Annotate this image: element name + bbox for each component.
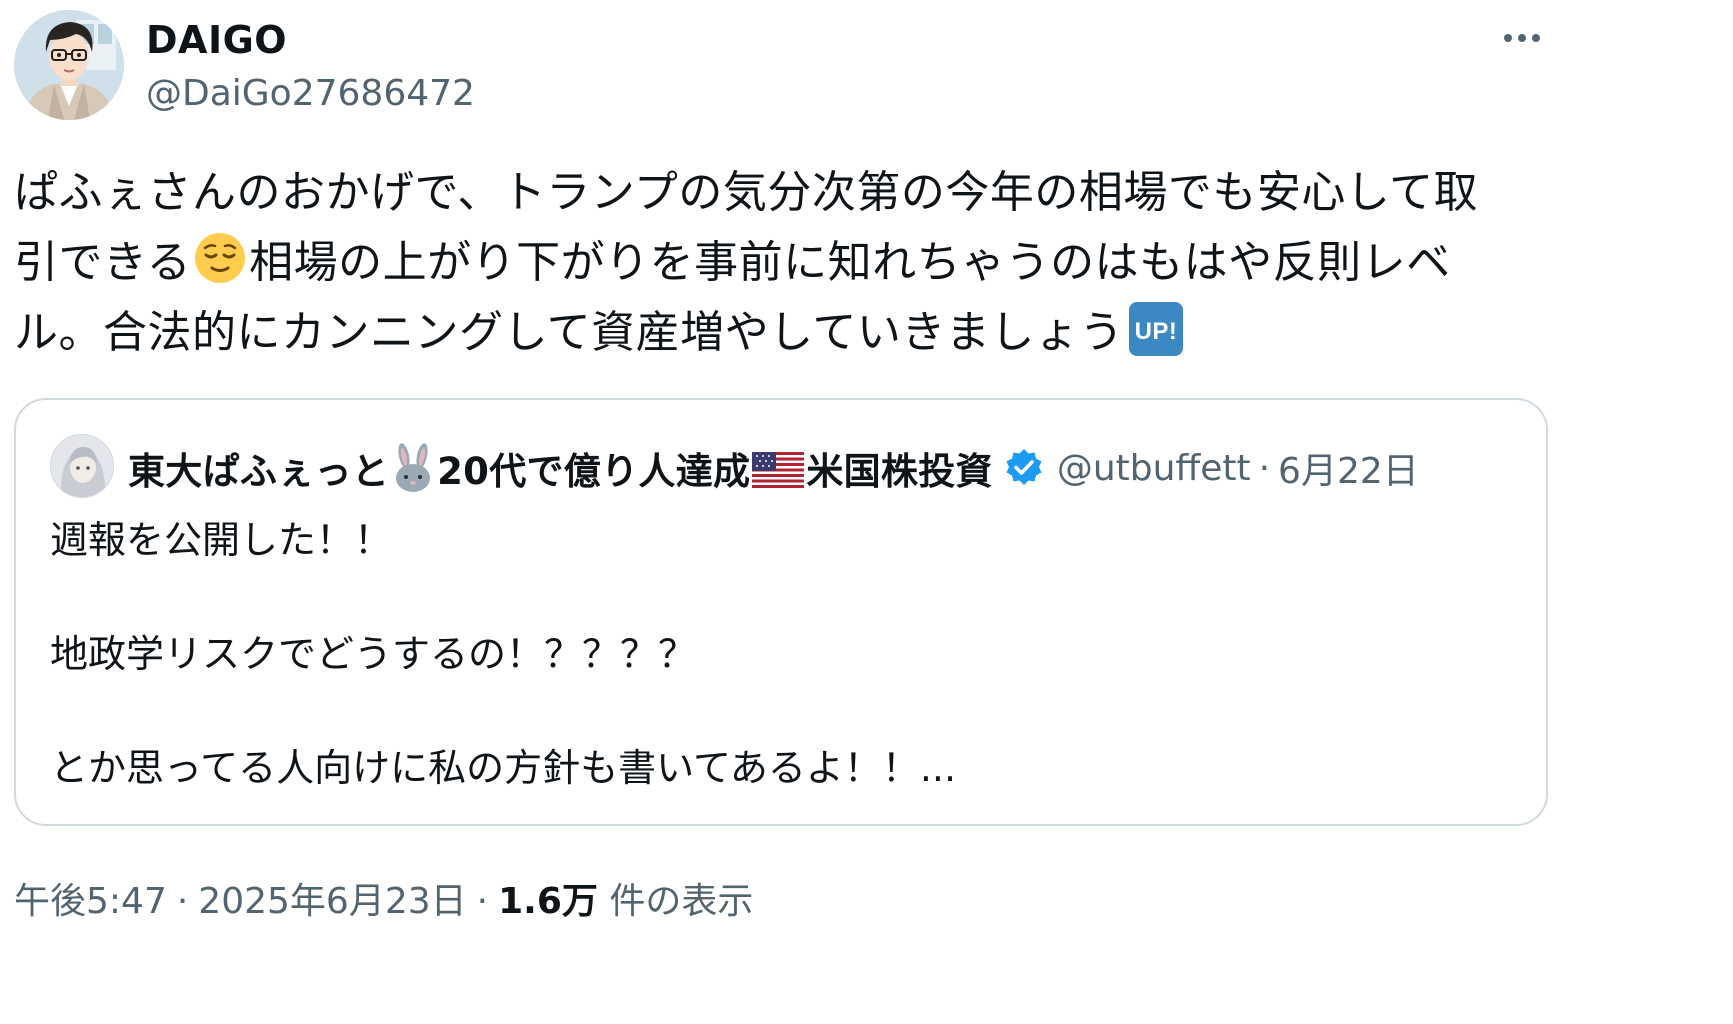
us-flag-icon bbox=[752, 452, 805, 488]
up-button-icon: UP! bbox=[1128, 302, 1183, 356]
rabbit-icon bbox=[396, 443, 431, 492]
author-handle[interactable]: @DaiGo27686472 bbox=[146, 70, 475, 118]
quoted-author-handle[interactable]: @utbuffett bbox=[1057, 448, 1251, 489]
views-count[interactable]: 1.6万 bbox=[498, 881, 598, 922]
views-label[interactable]: 件の表示 bbox=[609, 881, 753, 922]
quoted-tweet-text: 週報を公開した！！ 地政学リスクでどうするの！？？？？ とか思ってる人向けに私の… bbox=[50, 512, 956, 797]
quoted-text-line bbox=[50, 569, 956, 626]
tweet-text-segment: ぱふぇさんのおかげで、トランプの気分次第の今年の相場でも安心して取 bbox=[14, 167, 1479, 218]
tweet-text-line: ル。合法的にカンニングして資産増やしていきましょう UP! bbox=[14, 298, 1554, 368]
quoted-date[interactable]: 6月22日 bbox=[1278, 442, 1419, 494]
tweet-text-segment: 引できる bbox=[14, 237, 192, 288]
quoted-separator: · bbox=[1258, 447, 1271, 489]
author-name[interactable]: DAIGO bbox=[146, 16, 287, 64]
quoted-text-line: 地政学リスクでどうするの！？？？？ bbox=[50, 632, 697, 676]
quoted-tweet[interactable]: 東大ぱふぇっと 20代で億り人達成 米国株投資 @utbuffett · 6月2… bbox=[14, 398, 1548, 826]
author-avatar[interactable] bbox=[14, 10, 124, 120]
tweet-text-segment: ル。合法的にカンニングして資産増やしていきましょう bbox=[14, 307, 1124, 358]
quoted-name-segment: 米国株投資 bbox=[806, 450, 993, 493]
tweet-text-line: 引できる 相場の上がり下がりを事前に知れちゃうのはもはや反則レベ bbox=[14, 228, 1554, 298]
quoted-author-avatar[interactable] bbox=[50, 434, 114, 498]
meta-separator: · bbox=[476, 881, 489, 922]
verified-badge-icon bbox=[1006, 449, 1042, 485]
tweet-text: ぱふぇさんのおかげで、トランプの気分次第の今年の相場でも安心して取 引できる 相… bbox=[14, 158, 1554, 368]
relieved-face-icon bbox=[195, 233, 246, 283]
quoted-name-segment: 20代で億り人達成 bbox=[437, 450, 751, 493]
tweet-text-segment: 相場の上がり下がりを事前に知れちゃうのはもはや反則レベ bbox=[249, 237, 1451, 288]
more-dot-icon bbox=[1532, 34, 1540, 42]
quoted-text-line: 週報を公開した！！ bbox=[50, 518, 393, 562]
tweet-date[interactable]: 2025年6月23日 bbox=[198, 881, 466, 922]
more-dot-icon bbox=[1504, 34, 1512, 42]
tweet-text-line: ぱふぇさんのおかげで、トランプの気分次第の今年の相場でも安心して取 bbox=[14, 158, 1554, 228]
quoted-name-segment: 東大ぱふぇっと bbox=[128, 450, 390, 493]
tweet-card: DAIGO @DaiGo27686472 ぱふぇさんのおかげで、トランプの気分次… bbox=[0, 0, 1733, 1024]
more-dot-icon bbox=[1518, 34, 1526, 42]
quoted-text-line bbox=[50, 683, 956, 740]
quoted-author-name[interactable]: 東大ぱふぇっと 20代で億り人達成 米国株投資 bbox=[128, 441, 993, 495]
quoted-tweet-header: 東大ぱふぇっと 20代で億り人達成 米国株投資 @utbuffett · 6月2… bbox=[128, 440, 1419, 496]
tweet-time[interactable]: 午後5:47 bbox=[14, 881, 167, 922]
meta-separator: · bbox=[176, 881, 189, 922]
tweet-meta: 午後5:47 · 2025年6月23日 · 1.6万 件の表示 bbox=[14, 874, 753, 930]
quoted-text-line: とか思ってる人向けに私の方針も書いてあるよ！！... bbox=[50, 746, 957, 790]
more-options-button[interactable] bbox=[1490, 18, 1554, 58]
up-badge-text: UP! bbox=[1134, 318, 1177, 345]
